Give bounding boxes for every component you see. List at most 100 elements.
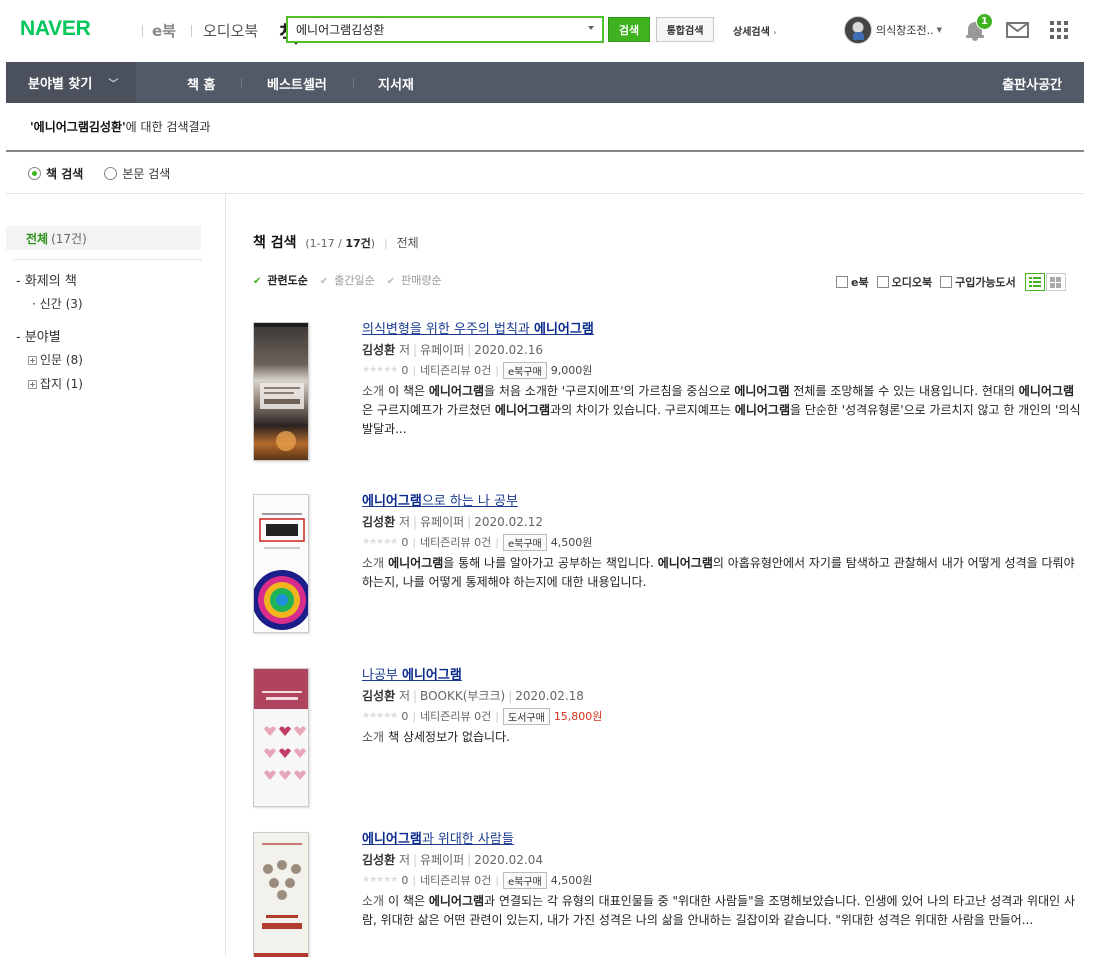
avatar[interactable] <box>844 16 872 44</box>
book-description: 소개 책 상세정보가 없습니다. <box>362 728 1083 747</box>
book-author[interactable]: 김성환 <box>362 343 395 357</box>
description-keyword: 에니어그램 <box>494 403 551 417</box>
description-keyword: 에니어그램 <box>734 384 790 398</box>
total-search-button[interactable]: 통합검색 <box>656 17 714 42</box>
search-result-title: '에니어그램김성환'에 대한 검색결과 <box>30 118 211 135</box>
category-menu-button[interactable]: 분야별 찾기 ﹀ <box>6 62 136 103</box>
sort-relevance[interactable]: ✔ 관련도순 <box>253 272 314 288</box>
book-title-part: 과 위대한 사람들 <box>421 832 514 847</box>
ebook-filter-label[interactable]: e북 <box>851 274 869 290</box>
book-title-link[interactable]: 의식변형을 위한 우주의 법칙과 에니어그램 <box>362 322 594 337</box>
sort-sales[interactable]: ✔ 판매량순 <box>387 272 448 288</box>
book-meta: 김성환 저 | 유페이퍼 | 2020.02.04 <box>362 852 1083 868</box>
ebook-filter-checkbox[interactable] <box>836 276 848 288</box>
filter-options: e북 오디오북 구입가능도서 <box>836 273 1066 291</box>
expand-plus-icon[interactable] <box>28 356 37 365</box>
book-author[interactable]: 김성환 <box>362 689 395 703</box>
naver-logo[interactable]: NAVER <box>20 17 91 41</box>
sidebar-item-new[interactable]: · 신간 (3) <box>32 295 83 312</box>
description-text: 전체를 조망해볼 수 있는 내용입니다. 현대의 <box>789 384 1019 398</box>
review-count[interactable]: 네티즌리뷰 0건 <box>420 534 491 550</box>
description-tag: 소개 <box>362 894 385 908</box>
review-count[interactable]: 네티즌리뷰 0건 <box>420 362 491 378</box>
buy-button[interactable]: 도서구매 <box>503 707 550 725</box>
book-description: 소개 이 책은 에니어그램과 연결되는 각 유형의 대표인물들 중 "위대한 사람… <box>362 892 1083 930</box>
body-search-radio[interactable] <box>104 167 118 180</box>
grid-view-icon[interactable] <box>1045 273 1066 291</box>
book-publisher[interactable]: 유페이퍼 <box>420 343 464 357</box>
divider <box>14 259 201 260</box>
book-cover-1[interactable] <box>253 322 309 461</box>
ebook-service-link[interactable]: e북 <box>152 20 176 41</box>
audiobook-filter-label[interactable]: 오디오북 <box>892 274 932 290</box>
sidebar-item-humanities[interactable]: 인문 (8) <box>28 351 83 368</box>
sidebar-field-label: 분야별 <box>24 330 61 345</box>
book-title-link[interactable]: 에니어그램으로 하는 나 공부 <box>362 494 518 509</box>
sort-relevance-label: 관련도순 <box>267 274 308 287</box>
chevron-right-icon: › <box>773 28 777 37</box>
review-count[interactable]: 네티즌리뷰 0건 <box>420 708 491 724</box>
search-type-options: 책 검색 본문 검색 <box>28 165 191 182</box>
chevron-down-icon[interactable]: ▼ <box>937 26 942 34</box>
nav-publisher-space[interactable]: 출판사공간 <box>1002 74 1062 93</box>
description-text: 을 처음 소개한 '구르지에프'의 가르침을 중심으로 <box>484 384 735 398</box>
available-filter-label[interactable]: 구입가능도서 <box>955 274 1016 290</box>
notification-badge[interactable]: 1 <box>976 13 993 30</box>
book-search-label[interactable]: 책 검색 <box>46 165 83 182</box>
description-text: 이 책은 <box>388 894 429 908</box>
audiobook-filter-checkbox[interactable] <box>876 276 889 288</box>
price: 15,800원 <box>553 710 603 723</box>
divider <box>6 193 1084 194</box>
book-publisher[interactable]: BOOKK(부크크) <box>420 689 505 703</box>
search-input[interactable] <box>288 18 574 41</box>
user-menu[interactable]: 의식창조전.. ▼ <box>844 16 942 44</box>
available-filter-checkbox[interactable] <box>940 276 953 288</box>
book-author[interactable]: 김성환 <box>362 853 395 867</box>
book-info: 의식변형을 위한 우주의 법칙과 에니어그램 김성환 저 | 유페이퍼 | 2020.0… <box>362 322 1083 439</box>
book-title-part: 나공부 <box>362 668 403 683</box>
detail-search-link[interactable]: 상세검색 › <box>733 23 777 38</box>
buy-button[interactable]: e북구매 <box>503 533 547 551</box>
mail-icon[interactable] <box>1006 22 1029 38</box>
book-cover-3[interactable] <box>253 668 309 807</box>
divider: | <box>412 709 417 723</box>
sort-date[interactable]: ✔ 출간일순 <box>320 272 381 288</box>
book-title-link[interactable]: 에니어그램과 위대한 사람들 <box>362 832 514 847</box>
divider: | <box>413 689 418 703</box>
user-name[interactable]: 의식창조전.. <box>876 22 934 38</box>
description-keyword: 에니어그램 <box>428 384 485 398</box>
sidebar-item-magazine[interactable]: 잡지 (1) <box>28 375 83 392</box>
description-text: 이 책은 <box>388 384 429 398</box>
category-menu-label: 분야별 찾기 <box>28 77 93 92</box>
book-cover-4[interactable] <box>253 832 309 957</box>
review-count[interactable]: 네티즌리뷰 0건 <box>420 872 491 888</box>
expand-plus-icon[interactable] <box>28 380 37 389</box>
book-publisher[interactable]: 유페이퍼 <box>420 853 464 867</box>
book-title-link[interactable]: 나공부 에니어그램 <box>362 668 462 683</box>
sidebar-item-all[interactable]: 전체 (17건) <box>6 226 201 250</box>
book-meta: 김성환 저 | BOOKK(부크크) | 2020.02.18 <box>362 688 1083 704</box>
book-search-radio[interactable] <box>28 167 41 180</box>
nav-library[interactable]: 지서재 <box>378 74 414 93</box>
buy-button[interactable]: e북구매 <box>503 361 547 379</box>
naver-book-logo[interactable]: NAVER 책 <box>20 17 299 48</box>
sort-date-label: 출간일순 <box>334 274 375 287</box>
audiobook-service-link[interactable]: 오디오북 <box>203 20 258 41</box>
detail-search-label: 상세검색 <box>733 27 770 38</box>
search-result-suffix: 에 대한 검색결과 <box>125 120 211 134</box>
apps-grid-icon[interactable] <box>1050 21 1068 39</box>
book-publisher[interactable]: 유페이퍼 <box>420 515 464 529</box>
author-role: 저 <box>398 689 410 703</box>
search-dropdown-arrow-icon[interactable] <box>588 26 594 30</box>
book-cover-2[interactable] <box>253 494 309 633</box>
book-author[interactable]: 김성환 <box>362 515 395 529</box>
search-button[interactable]: 검색 <box>608 17 650 42</box>
sort-options: ✔ 관련도순 ✔ 출간일순 ✔ 판매량순 <box>253 272 454 288</box>
sidebar-all-label: 전체 <box>26 231 49 246</box>
divider: | <box>413 853 418 867</box>
buy-button[interactable]: e북구매 <box>503 871 547 889</box>
nav-book-home[interactable]: 책 홈 <box>187 74 215 93</box>
nav-bestseller[interactable]: 베스트셀러 <box>267 74 327 93</box>
body-search-label[interactable]: 본문 검색 <box>122 165 170 182</box>
list-view-icon[interactable] <box>1024 273 1045 291</box>
